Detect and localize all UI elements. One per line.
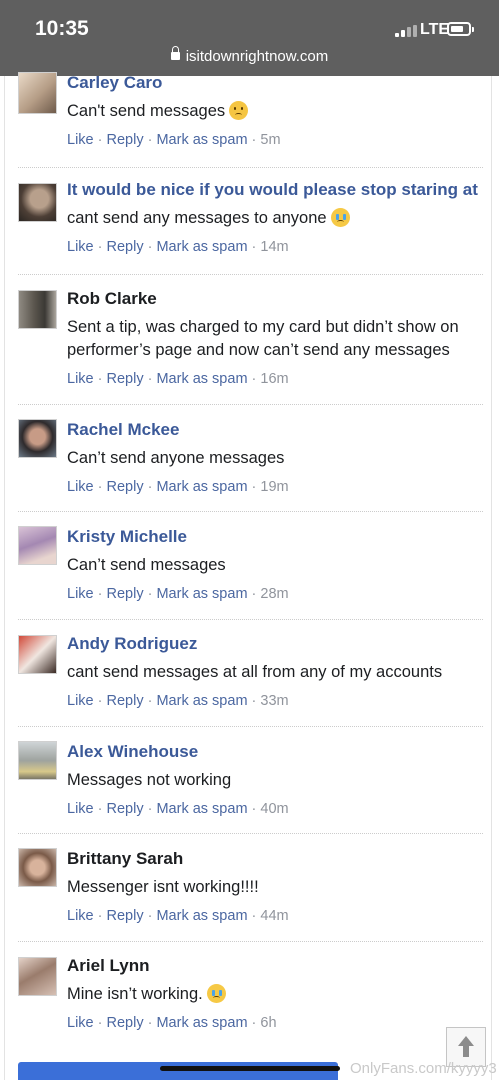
comments-page: Carley Caro Can't send messages Like · R… xyxy=(4,72,492,1080)
like-link[interactable]: Like xyxy=(67,239,94,255)
comment-text: Can’t send anyone messages xyxy=(67,449,285,467)
comment-time[interactable]: 33m xyxy=(260,693,288,709)
comment-author[interactable]: Brittany Sarah xyxy=(67,848,483,870)
avatar[interactable] xyxy=(18,72,57,114)
comment-text: cant send messages at all from any of my… xyxy=(67,663,443,681)
like-link[interactable]: Like xyxy=(67,371,94,387)
divider xyxy=(18,619,483,620)
comment-text: Mine isn’t working. xyxy=(67,985,203,1003)
reply-link[interactable]: Reply xyxy=(107,801,144,817)
divider xyxy=(18,404,483,405)
watermark: OnlyFans.com/kyyyy3 xyxy=(350,1060,497,1077)
like-link[interactable]: Like xyxy=(67,908,94,924)
comment-time[interactable]: 6h xyxy=(260,1015,276,1031)
avatar[interactable] xyxy=(18,957,57,996)
url-text: isitdownrightnow.com xyxy=(185,48,329,65)
divider xyxy=(18,833,483,834)
comment-text: Can't send messages xyxy=(67,102,226,120)
reply-link[interactable]: Reply xyxy=(107,371,144,387)
reply-link[interactable]: Reply xyxy=(107,908,144,924)
like-link[interactable]: Like xyxy=(67,479,94,495)
comment-author[interactable]: Ariel Lynn xyxy=(67,955,483,977)
clock: 10:35 xyxy=(35,17,89,40)
avatar[interactable] xyxy=(18,848,57,887)
divider xyxy=(18,511,483,512)
divider xyxy=(18,274,483,275)
address-bar[interactable]: isitdownrightnow.com xyxy=(0,46,499,65)
signal-icon xyxy=(395,25,417,37)
network-type: LTE xyxy=(420,21,450,38)
like-link[interactable]: Like xyxy=(67,1015,94,1031)
comment-time[interactable]: 5m xyxy=(260,132,280,148)
like-link[interactable]: Like xyxy=(67,132,94,148)
teary-face-icon xyxy=(330,208,350,228)
comment-text: Messenger isnt working!!!! xyxy=(67,878,259,896)
status-bar: 10:35 LTE isitdownrightnow.com xyxy=(0,0,499,76)
comment-text: Sent a tip, was charged to my card but d… xyxy=(67,318,459,359)
comment-author[interactable]: Alex Winehouse xyxy=(67,741,483,763)
comment-author[interactable]: Rob Clarke xyxy=(67,288,483,310)
divider xyxy=(18,941,483,942)
comment-author[interactable]: Andy Rodriguez xyxy=(67,633,483,655)
avatar[interactable] xyxy=(18,419,57,458)
avatar[interactable] xyxy=(18,741,57,780)
mark-as-spam-link[interactable]: Mark as spam xyxy=(156,693,247,709)
comment-time[interactable]: 14m xyxy=(260,239,288,255)
avatar[interactable] xyxy=(18,526,57,565)
mark-as-spam-link[interactable]: Mark as spam xyxy=(156,371,247,387)
comment-time[interactable]: 19m xyxy=(260,479,288,495)
mark-as-spam-link[interactable]: Mark as spam xyxy=(156,586,247,602)
reply-link[interactable]: Reply xyxy=(107,479,144,495)
mark-as-spam-link[interactable]: Mark as spam xyxy=(156,1015,247,1031)
bottom-button[interactable] xyxy=(18,1062,338,1080)
divider xyxy=(18,167,483,168)
mark-as-spam-link[interactable]: Mark as spam xyxy=(156,479,247,495)
reply-link[interactable]: Reply xyxy=(107,693,144,709)
mark-as-spam-link[interactable]: Mark as spam xyxy=(156,908,247,924)
lock-icon xyxy=(170,46,180,61)
comment-text: cant send any messages to anyone xyxy=(67,209,327,227)
like-link[interactable]: Like xyxy=(67,586,94,602)
comment-time[interactable]: 44m xyxy=(260,908,288,924)
comment-time[interactable]: 40m xyxy=(260,801,288,817)
comment-author[interactable]: It would be nice if you would please sto… xyxy=(67,179,483,201)
like-link[interactable]: Like xyxy=(67,693,94,709)
mark-as-spam-link[interactable]: Mark as spam xyxy=(156,801,247,817)
sad-face-icon xyxy=(229,101,249,121)
battery-icon xyxy=(447,22,474,36)
mark-as-spam-link[interactable]: Mark as spam xyxy=(156,239,247,255)
home-indicator[interactable] xyxy=(160,1066,340,1071)
comment-text: Messages not working xyxy=(67,771,232,789)
comment-text: Can’t send messages xyxy=(67,556,226,574)
avatar[interactable] xyxy=(18,290,57,329)
comment-author[interactable]: Rachel Mckee xyxy=(67,419,483,441)
divider xyxy=(18,726,483,727)
mark-as-spam-link[interactable]: Mark as spam xyxy=(156,132,247,148)
reply-link[interactable]: Reply xyxy=(107,239,144,255)
avatar[interactable] xyxy=(18,635,57,674)
reply-link[interactable]: Reply xyxy=(107,586,144,602)
like-link[interactable]: Like xyxy=(67,801,94,817)
comment-author[interactable]: Carley Caro xyxy=(67,72,483,94)
reply-link[interactable]: Reply xyxy=(107,132,144,148)
comment-time[interactable]: 16m xyxy=(260,371,288,387)
avatar[interactable] xyxy=(18,183,57,222)
comment-author[interactable]: Kristy Michelle xyxy=(67,526,483,548)
reply-link[interactable]: Reply xyxy=(107,1015,144,1031)
comment-time[interactable]: 28m xyxy=(260,586,288,602)
crying-face-icon xyxy=(206,984,226,1004)
